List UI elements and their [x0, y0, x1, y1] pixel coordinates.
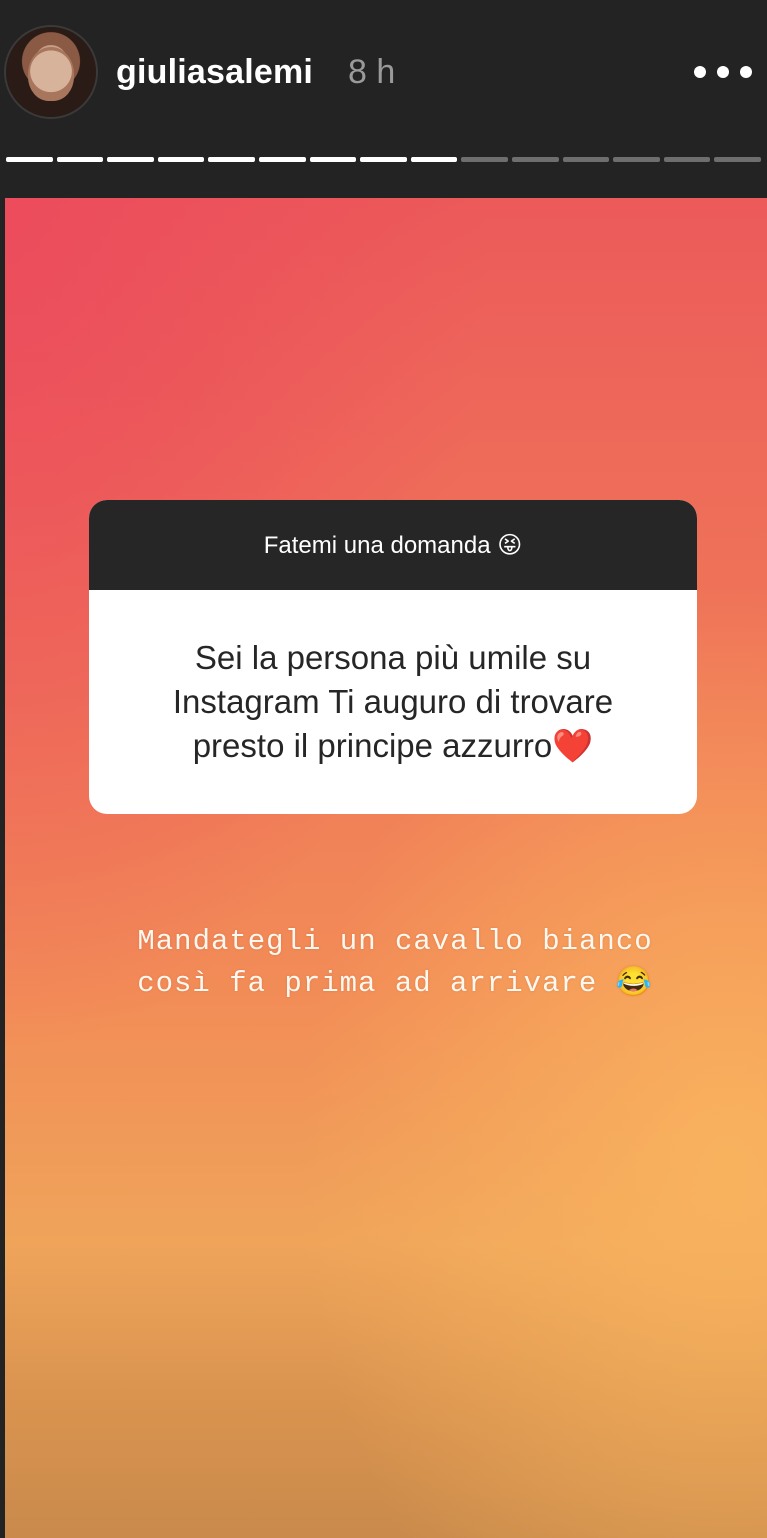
story-progress-bar: [0, 157, 767, 165]
progress-segment: [309, 157, 357, 162]
story-content[interactable]: Fatemi una domanda 😝 Sei la persona più …: [5, 198, 767, 1538]
question-prompt: Fatemi una domanda 😝: [89, 500, 697, 590]
post-time: 8 h: [348, 53, 396, 91]
progress-segment: [410, 157, 458, 162]
progress-segment: [56, 157, 104, 162]
progress-segment: [6, 157, 53, 162]
reply-text: Mandategli un cavallo bianco così fa pri…: [65, 921, 725, 1005]
progress-segment: [562, 157, 610, 162]
username[interactable]: giuliasalemi: [116, 53, 313, 92]
progress-segment: [663, 157, 711, 162]
progress-segment: [107, 157, 154, 162]
reply-line-2: così fa prima ad arrivare 😂: [137, 967, 653, 1000]
avatar[interactable]: [6, 27, 96, 117]
progress-segment: [512, 157, 559, 162]
reply-line-1: Mandategli un cavallo bianco: [137, 925, 653, 958]
progress-segment: [360, 157, 407, 162]
question-text: Sei la persona più umile su Instagram Ti…: [172, 639, 614, 764]
progress-segment: [461, 157, 508, 162]
progress-segment: [613, 157, 660, 162]
story-header: giuliasalemi 8 h: [0, 0, 767, 198]
progress-segment: [714, 157, 761, 162]
question-sticker[interactable]: Fatemi una domanda 😝 Sei la persona più …: [89, 500, 697, 814]
progress-segment: [157, 157, 205, 162]
progress-segment: [208, 157, 255, 162]
progress-segment: [259, 157, 306, 162]
more-horizontal-icon[interactable]: [694, 62, 752, 82]
